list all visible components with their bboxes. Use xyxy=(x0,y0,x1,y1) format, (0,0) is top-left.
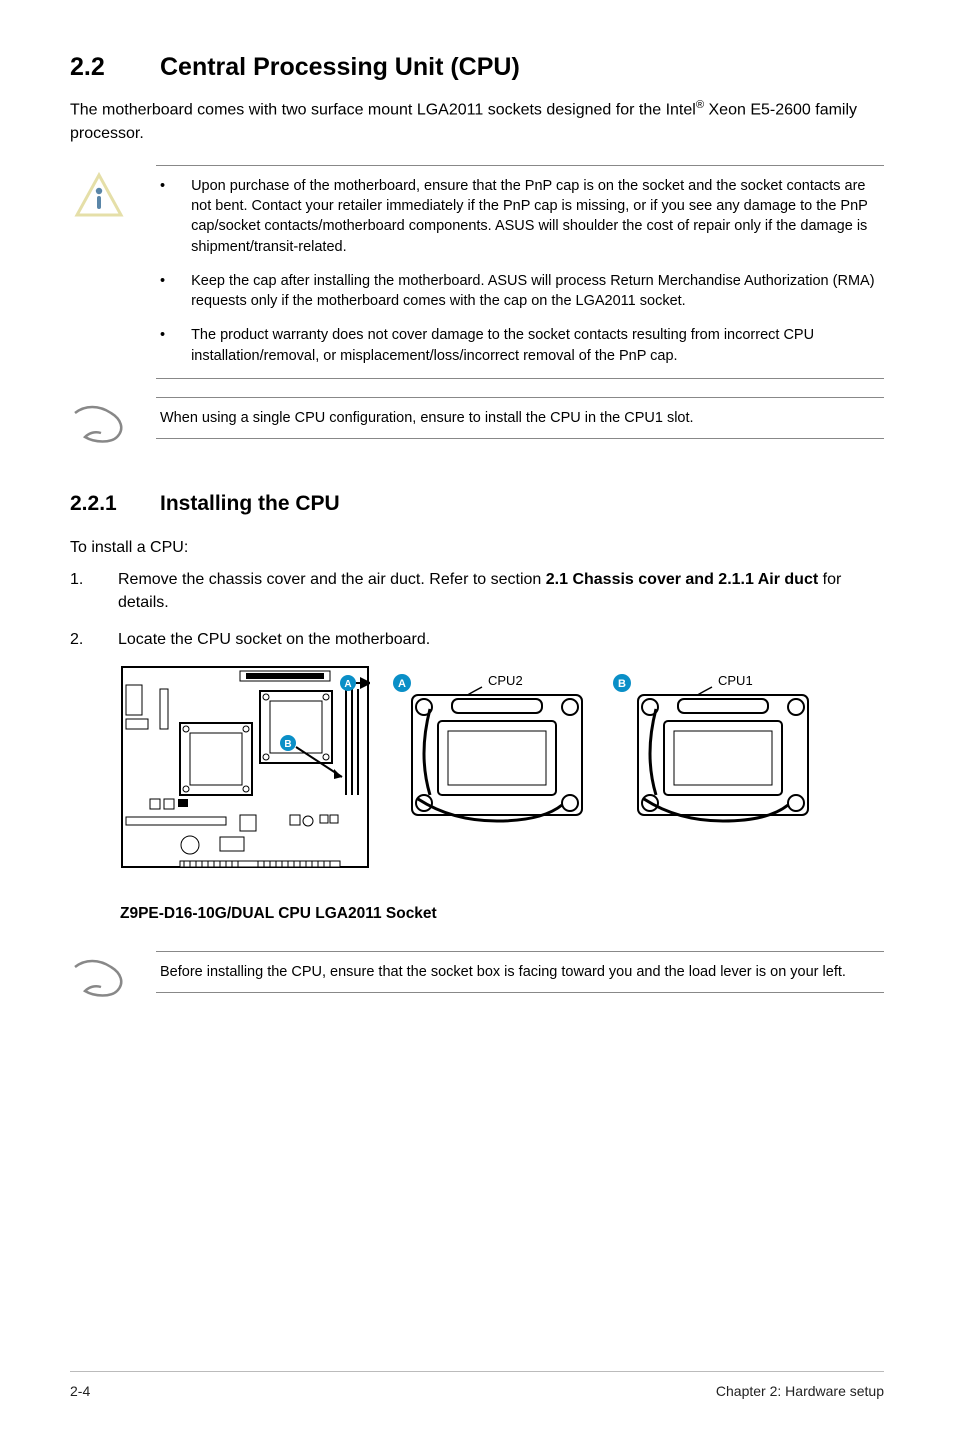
subsection-title: Installing the CPU xyxy=(160,492,340,515)
section-number: 2.2 xyxy=(70,50,160,85)
step-text: Remove the chassis cover and the air duc… xyxy=(118,568,884,614)
page-number: 2-4 xyxy=(70,1382,90,1402)
registered-mark: ® xyxy=(696,99,704,111)
svg-text:B: B xyxy=(284,739,291,750)
caution-item: • Upon purchase of the motherboard, ensur… xyxy=(160,176,880,257)
step-number: 1. xyxy=(70,568,84,614)
section-intro: The motherboard comes with two surface m… xyxy=(70,97,884,145)
step-text-a: Locate the CPU socket on the motherboard… xyxy=(118,631,430,648)
subsection-heading: 2.2.1Installing the CPU xyxy=(70,489,884,518)
note-text: When using a single CPU configuration, e… xyxy=(160,410,694,426)
svg-text:A: A xyxy=(398,678,406,690)
cpu-sockets-diagram: A CPU2 B CPU1 xyxy=(388,665,828,825)
svg-text:A: A xyxy=(344,679,351,690)
caution-icon xyxy=(70,165,128,219)
svg-text:CPU2: CPU2 xyxy=(488,673,523,688)
subsection-number: 2.2.1 xyxy=(70,489,160,518)
svg-text:B: B xyxy=(618,678,626,690)
step-list: 1. Remove the chassis cover and the air … xyxy=(70,568,884,652)
note-block: When using a single CPU configuration, e… xyxy=(70,397,884,445)
caution-item: • Keep the cap after installing the mothe… xyxy=(160,271,880,312)
svg-text:CPU1: CPU1 xyxy=(718,673,753,688)
note-content: When using a single CPU configuration, e… xyxy=(156,397,884,439)
step-item: 2. Locate the CPU socket on the motherbo… xyxy=(70,628,884,651)
note-content: Before installing the CPU, ensure that t… xyxy=(156,951,884,993)
bullet-dot: • xyxy=(160,176,165,257)
note-block: Before installing the CPU, ensure that t… xyxy=(70,951,884,999)
caution-content: • Upon purchase of the motherboard, ensur… xyxy=(156,165,884,379)
bullet-dot: • xyxy=(160,271,165,312)
intro-text-a: The motherboard comes with two surface m… xyxy=(70,101,696,118)
subsection-lead: To install a CPU: xyxy=(70,536,884,559)
step-item: 1. Remove the chassis cover and the air … xyxy=(70,568,884,614)
note-text: Before installing the CPU, ensure that t… xyxy=(160,964,846,980)
note-icon xyxy=(70,951,128,999)
chapter-label: Chapter 2: Hardware setup xyxy=(716,1382,884,1402)
bullet-dot: • xyxy=(160,325,165,366)
step-text-bold: 2.1 Chassis cover and 2.1.1 Air duct xyxy=(546,571,818,588)
caution-item: • The product warranty does not cover dam… xyxy=(160,325,880,366)
caution-text: Upon purchase of the motherboard, ensure… xyxy=(191,176,880,257)
diagram-caption: Z9PE-D16-10G/DUAL CPU LGA2011 Socket xyxy=(120,903,884,925)
step-text-a: Remove the chassis cover and the air duc… xyxy=(118,571,546,588)
page-footer: 2-4 Chapter 2: Hardware setup xyxy=(70,1371,884,1402)
note-icon xyxy=(70,397,128,445)
caution-block: • Upon purchase of the motherboard, ensur… xyxy=(70,165,884,379)
caution-text: Keep the cap after installing the mother… xyxy=(191,271,880,312)
section-title: Central Processing Unit (CPU) xyxy=(160,53,520,81)
caution-text: The product warranty does not cover dama… xyxy=(191,325,880,366)
step-text: Locate the CPU socket on the motherboard… xyxy=(118,628,430,651)
motherboard-diagram: A B xyxy=(120,665,370,893)
section-heading: 2.2Central Processing Unit (CPU) xyxy=(70,50,884,85)
diagram-row: A B A CPU2 xyxy=(120,665,884,893)
step-number: 2. xyxy=(70,628,84,651)
